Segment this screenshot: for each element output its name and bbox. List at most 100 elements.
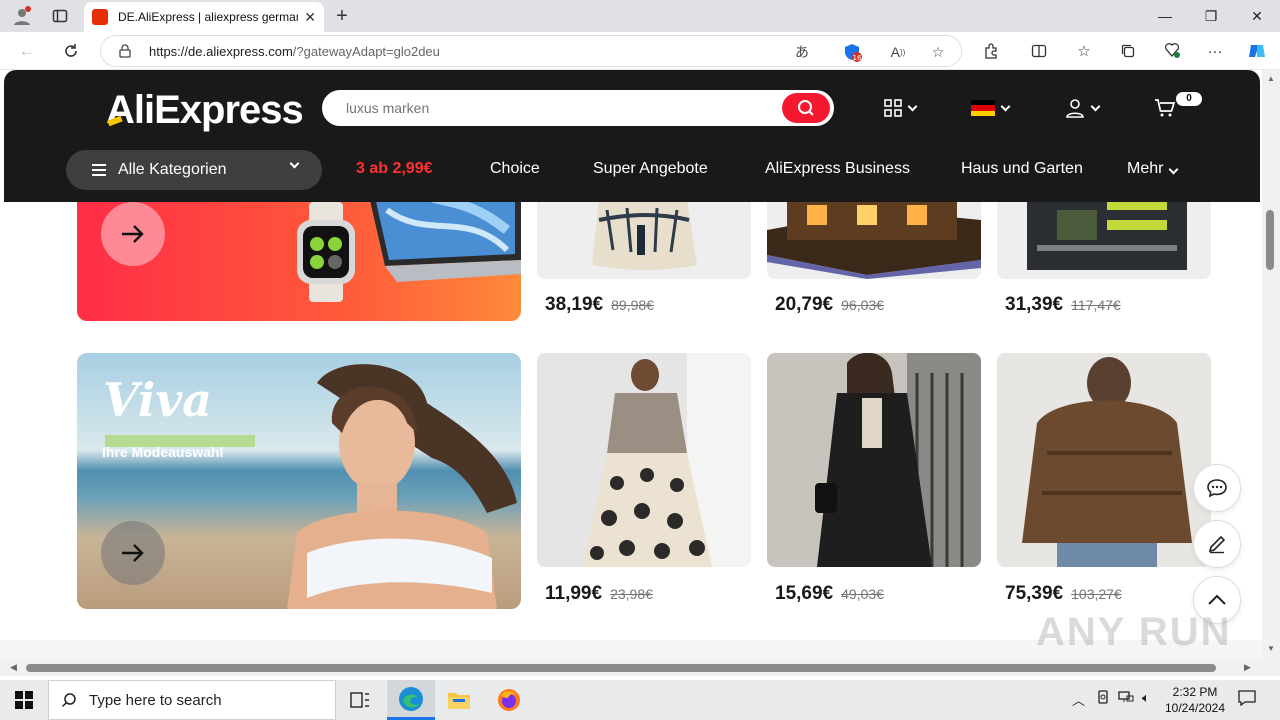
split-screen-icon[interactable] [1027, 39, 1051, 63]
extensions-icon[interactable] [979, 39, 1003, 63]
windows-taskbar: Type here to search ︿ 🔈︎ 2:32 PM 10/24/2… [0, 680, 1280, 720]
browser-tab-bar: DE.AliExpress | aliexpress german ✕ + — … [0, 0, 1280, 32]
tab-actions-icon[interactable] [48, 4, 72, 28]
favorites-icon[interactable]: ☆ [1072, 39, 1096, 63]
edge-browser-icon [399, 686, 423, 711]
read-aloud-icon[interactable]: A)) [887, 41, 909, 63]
page-viewport: Viva Ihre Modeauswahl 38,19€ 89,98€ 20,79… [0, 70, 1262, 660]
search-input[interactable] [346, 100, 766, 116]
copilot-icon[interactable] [1245, 39, 1269, 63]
folder-icon [448, 693, 470, 709]
taskbar-file-explorer[interactable] [435, 680, 483, 720]
product-image [997, 353, 1211, 567]
translate-icon[interactable]: あ [791, 41, 813, 63]
task-view-button[interactable] [336, 680, 384, 720]
tab-title: DE.AliExpress | aliexpress german [118, 10, 299, 24]
search-icon [61, 693, 76, 708]
promo-arrow-button[interactable] [101, 521, 165, 585]
germany-flag-icon [971, 100, 995, 116]
nav-mehr[interactable]: Mehr [1127, 160, 1179, 178]
taskbar-firefox[interactable] [485, 680, 533, 720]
old-price: 117,47€ [1071, 297, 1121, 313]
tray-overflow-icon[interactable]: ︿ [1072, 690, 1085, 709]
profile-icon[interactable] [10, 4, 34, 28]
browser-toolbar: ← https://de.aliexpress.com/?gatewayAdap… [0, 32, 1280, 70]
price: 31,39€ [1005, 294, 1064, 315]
url-host: https://de.aliexpress.com [149, 44, 293, 59]
chat-button[interactable] [1193, 464, 1241, 512]
svg-text:16: 16 [853, 54, 862, 62]
nav-choice[interactable]: Choice [490, 160, 540, 178]
horizontal-scroll-thumb[interactable] [26, 664, 1216, 672]
tray-device-icon[interactable] [1096, 690, 1110, 707]
system-clock[interactable]: 2:32 PM 10/24/2024 [1160, 684, 1230, 716]
horizontal-scrollbar[interactable]: ◀ ▶ [0, 660, 1262, 676]
arrow-right-icon [122, 544, 144, 562]
nav-aliexpress-business[interactable]: AliExpress Business [765, 160, 910, 178]
start-button[interactable] [0, 680, 48, 720]
price-block: 75,39€ 103,27€ [1005, 583, 1122, 605]
extension-shield-icon[interactable]: 16 [841, 41, 863, 63]
scroll-up-arrow[interactable]: ▲ [1265, 74, 1277, 83]
settings-more-icon[interactable]: ··· [1203, 39, 1227, 63]
all-categories-button[interactable]: Alle Kategorien [66, 150, 322, 190]
reload-button[interactable] [58, 39, 84, 63]
promo-subtitle: Ihre Modeauswahl [102, 444, 224, 460]
new-tab-button[interactable]: + [330, 4, 354, 28]
vertical-scrollbar[interactable]: ▲ ▼ [1262, 70, 1280, 660]
nav-haus-und-garten[interactable]: Haus und Garten [961, 160, 1083, 178]
nav-deal-3-ab[interactable]: 3 ab 2,99€ [356, 160, 433, 178]
price: 38,19€ [545, 294, 604, 315]
feedback-button[interactable] [1193, 520, 1241, 568]
price: 11,99€ [545, 583, 603, 604]
price: 20,79€ [775, 294, 834, 315]
user-icon [1066, 99, 1084, 118]
tab-close-icon[interactable]: ✕ [304, 9, 316, 26]
close-window-button[interactable]: ✕ [1234, 0, 1280, 32]
smartwatch-image [297, 202, 355, 302]
scroll-down-arrow[interactable]: ▼ [1265, 644, 1277, 653]
favorite-star-icon[interactable]: ☆ [927, 41, 949, 63]
browser-essentials-icon[interactable] [1160, 39, 1184, 63]
promo-arrow-button[interactable] [101, 202, 165, 266]
app-qr-menu[interactable] [884, 98, 918, 118]
lock-icon[interactable] [119, 44, 131, 58]
product-card[interactable]: 15,69€ 49,03€ [767, 353, 981, 604]
promo-title: Viva [103, 373, 212, 427]
chevron-down-icon [1000, 101, 1011, 111]
maximize-button[interactable]: ❐ [1188, 0, 1234, 32]
account-menu[interactable] [1065, 98, 1101, 118]
cart-button[interactable] [1154, 98, 1176, 118]
scroll-right-arrow[interactable]: ▶ [1244, 662, 1251, 673]
chevron-down-icon [907, 101, 918, 111]
promo-banner-fashion[interactable]: Viva Ihre Modeauswahl [77, 353, 521, 609]
notifications-icon[interactable] [1238, 690, 1256, 709]
search-box[interactable] [322, 90, 834, 126]
minimize-button[interactable]: — [1142, 0, 1188, 32]
product-card[interactable]: 11,99€ 23,98€ [537, 353, 751, 604]
price-block: 15,69€ 49,03€ [775, 583, 884, 605]
arrow-right-icon [122, 225, 144, 243]
vertical-scroll-thumb[interactable] [1266, 210, 1274, 270]
active-tab[interactable]: DE.AliExpress | aliexpress german ✕ [84, 2, 324, 32]
taskbar-search[interactable]: Type here to search [48, 680, 336, 720]
volume-icon[interactable]: 🔈︎ [1142, 690, 1150, 706]
logo-text: AliExpress [106, 88, 304, 132]
old-price: 89,98€ [611, 297, 654, 313]
nav-super-angebote[interactable]: Super Angebote [593, 160, 708, 178]
network-icon[interactable] [1118, 690, 1134, 707]
collections-icon[interactable] [1116, 39, 1140, 63]
search-button[interactable] [782, 93, 830, 123]
chevron-down-icon [1090, 101, 1101, 111]
scroll-left-arrow[interactable]: ◀ [10, 662, 17, 673]
address-bar[interactable]: https://de.aliexpress.com/?gatewayAdapt=… [100, 35, 962, 67]
cart-icon [1155, 99, 1176, 117]
aliexpress-favicon [92, 9, 108, 25]
product-card[interactable]: 75,39€ 103,27€ [997, 353, 1211, 604]
country-selector[interactable] [971, 98, 1011, 118]
back-button[interactable]: ← [14, 39, 40, 63]
aliexpress-logo[interactable]: AliExpress [106, 88, 304, 133]
clock-date: 10/24/2024 [1164, 701, 1226, 715]
task-view-icon [350, 692, 369, 708]
taskbar-edge[interactable] [387, 680, 435, 720]
